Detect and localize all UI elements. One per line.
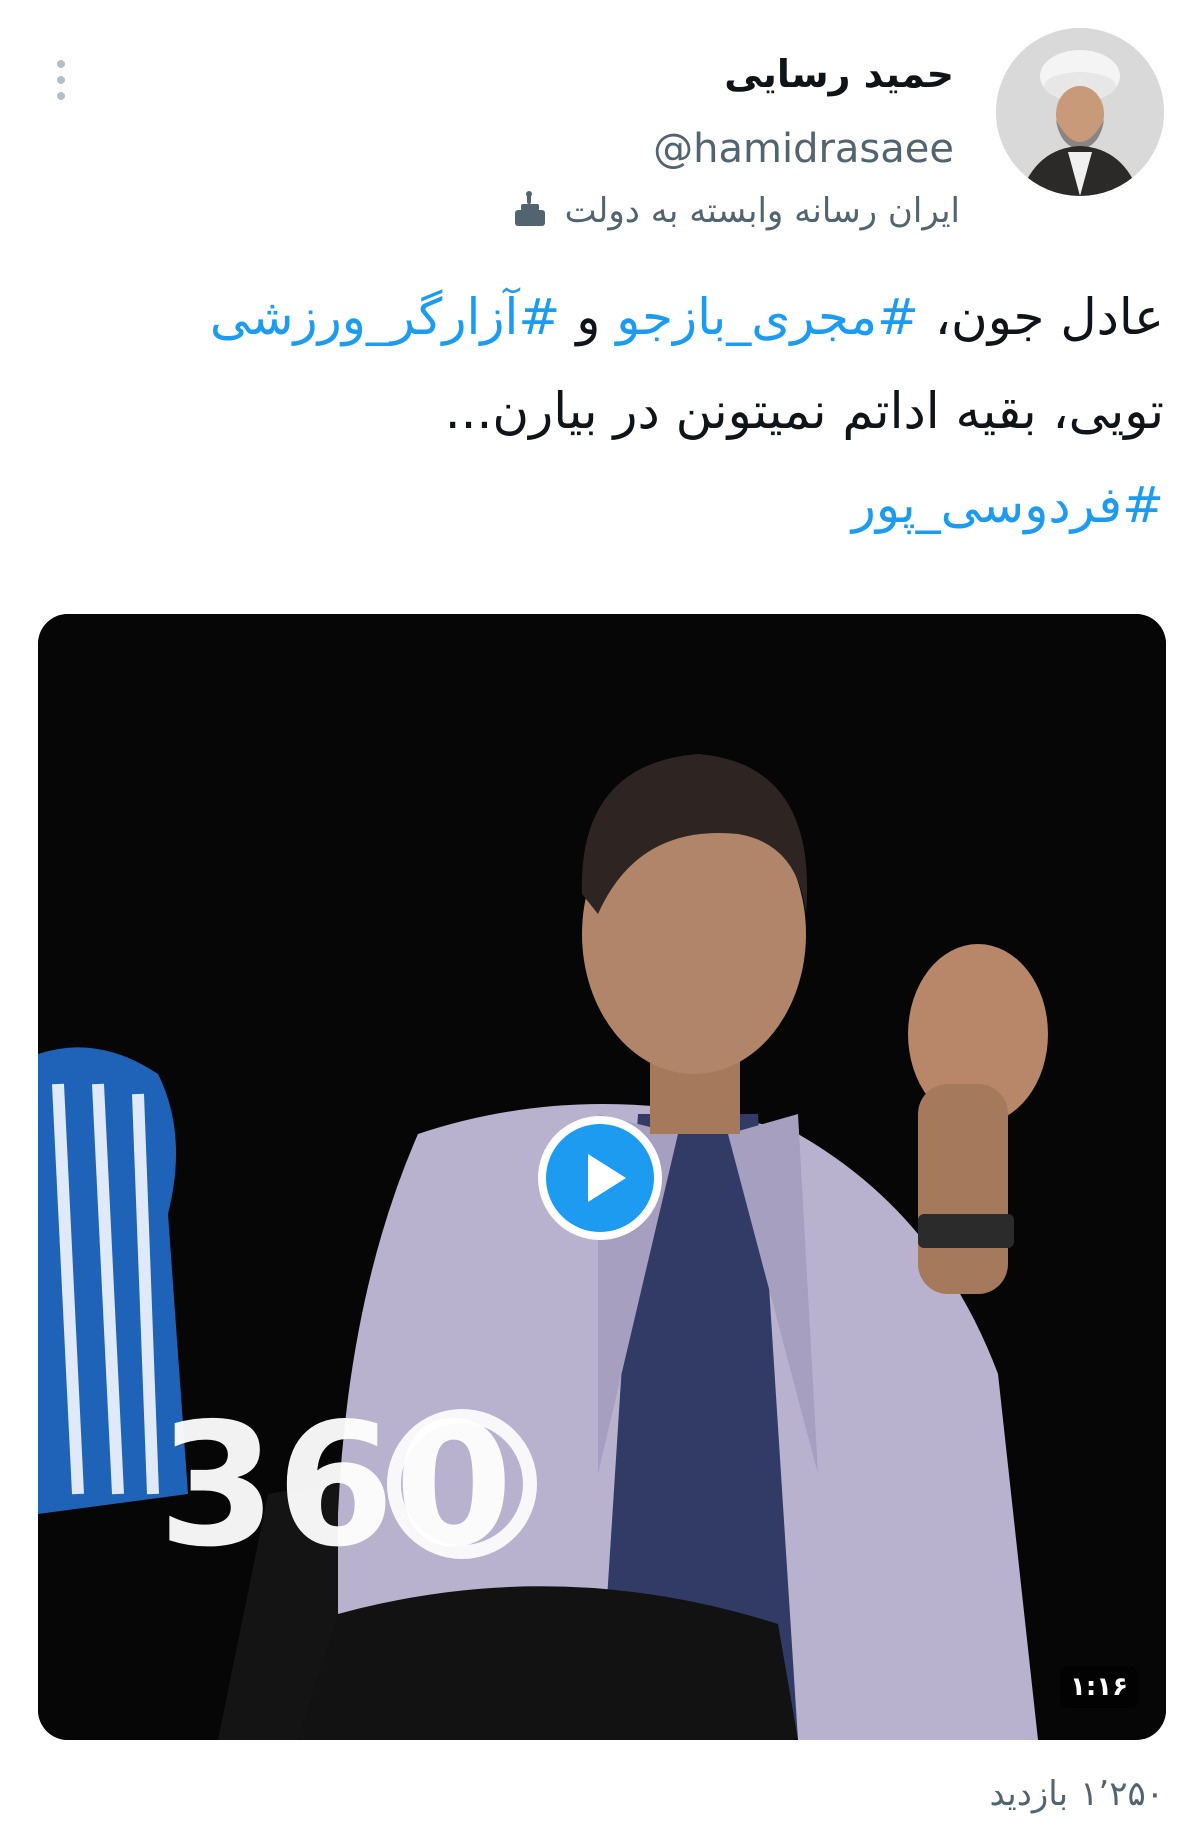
avatar-image	[996, 28, 1164, 196]
tweet-line-2: تویی، بقیه اداتم نمیتونن در بیارن...	[444, 382, 1164, 440]
user-handle[interactable]: @hamidrasaee	[653, 126, 954, 172]
play-icon[interactable]	[538, 1116, 662, 1240]
affiliation-label-row[interactable]: ایران رسانه وابسته به دولت	[509, 190, 960, 232]
podium-icon	[514, 191, 545, 226]
tweet-text-segment: عادل جون،	[918, 288, 1164, 346]
tweet-line-1: عادل جون، #مجری_بازجو و #آزارگر_ورزشی	[34, 270, 1164, 364]
tweet-text: عادل جون، #مجری_بازجو و #آزارگر_ورزشی تو…	[34, 270, 1164, 552]
tweet-text-segment: و	[560, 288, 617, 346]
hashtag-link[interactable]: #فردوسی_پور	[852, 476, 1164, 534]
more-vertical-icon[interactable]	[52, 58, 70, 102]
view-count: ۱٬۲۵۰ بازدید	[989, 1774, 1164, 1814]
hashtag-link[interactable]: #آزارگر_ورزشی	[210, 288, 560, 346]
view-count-value: ۱٬۲۵۰	[1080, 1774, 1164, 1814]
affiliation-text: ایران رسانه وابسته به دولت	[564, 191, 960, 231]
tweet-line-3: #فردوسی_پور	[34, 458, 1164, 552]
display-name[interactable]: حمید رسایی	[724, 52, 954, 96]
hashtag-link[interactable]: #مجری_بازجو	[616, 288, 919, 346]
view-count-label: بازدید	[989, 1774, 1069, 1814]
video-duration-badge: ۱:۱۶	[1060, 1666, 1139, 1708]
avatar[interactable]	[996, 28, 1164, 196]
tweet-card: حمید رسایی @hamidrasaee ایران رسانه وابس…	[0, 0, 1200, 1832]
